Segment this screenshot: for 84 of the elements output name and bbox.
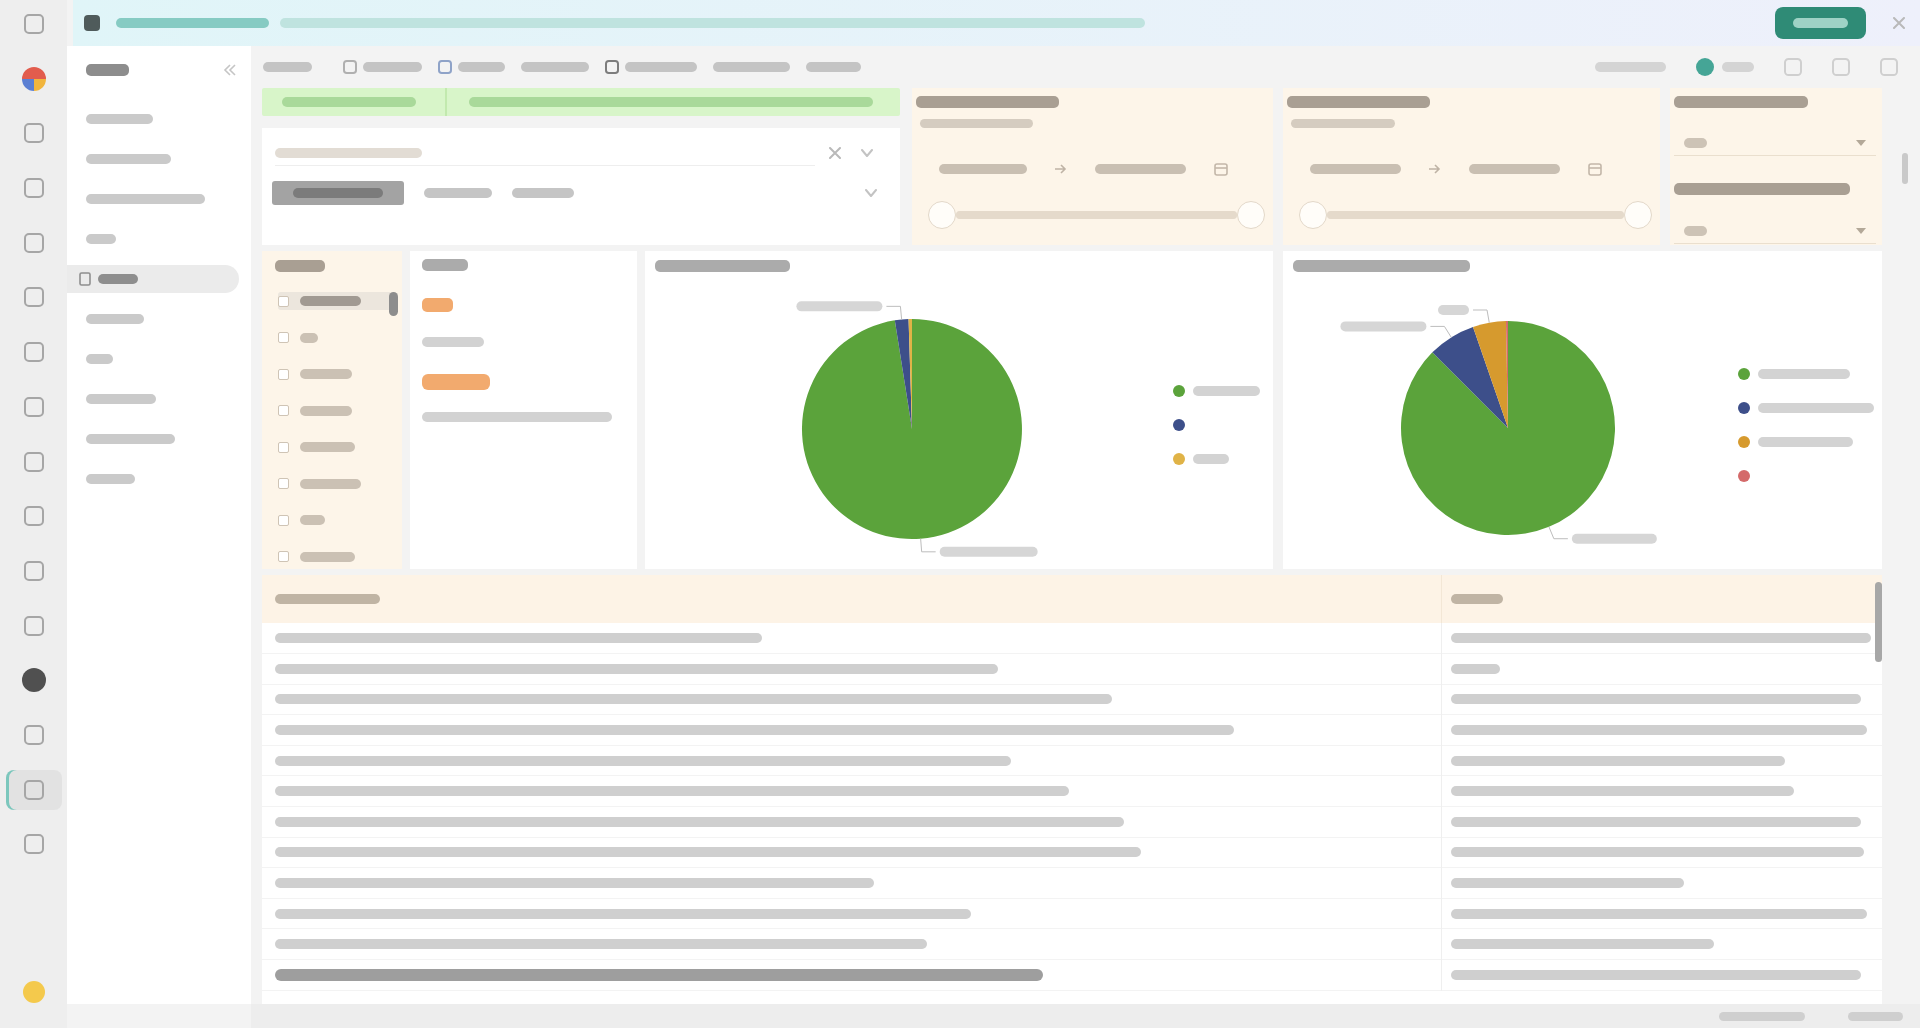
slider-handle[interactable] [1299,201,1327,229]
slider-handle[interactable] [928,201,956,229]
square-icon [343,60,357,74]
page-link[interactable] [86,234,116,244]
square-icon [23,560,44,581]
toolbar-button[interactable] [263,62,312,72]
square-icon [23,232,44,253]
page-link[interactable] [86,434,175,444]
checkbox[interactable] [278,405,289,416]
close-icon[interactable] [829,147,841,159]
page-link[interactable] [67,265,239,293]
checkbox[interactable] [278,441,289,453]
calendar-icon[interactable] [1214,162,1228,176]
arrow-icon [1429,164,1441,174]
toolbar-button[interactable] [605,60,697,74]
toolbar-button[interactable] [438,60,505,74]
square-icon [84,15,100,31]
square-icon [1832,58,1850,76]
slider-handle[interactable] [1624,201,1652,229]
date-field[interactable] [939,164,1027,174]
square-icon [23,615,44,636]
square-icon [23,123,44,144]
chevron-icon[interactable] [865,189,877,197]
list-option[interactable] [278,292,392,310]
caret-icon [1856,227,1866,234]
rail-button[interactable] [21,66,46,91]
date-field[interactable] [1469,164,1560,174]
leader-line [1429,325,1452,338]
scrollbar-thumb[interactable] [1902,153,1908,184]
leader-line [1548,526,1569,540]
square-icon [23,834,44,855]
circle-icon [22,981,45,1003]
square-icon [438,60,452,74]
page-link[interactable] [86,474,135,484]
filter-chip[interactable] [424,188,492,198]
filter-chip[interactable] [272,181,404,205]
square-icon [1784,58,1802,76]
logo-icon [21,66,46,91]
arrow-icon [1055,164,1067,174]
square-icon [1880,58,1898,76]
page-icon [78,272,92,286]
account-button[interactable] [1696,58,1754,76]
date-field[interactable] [1310,164,1401,174]
square-icon [23,178,44,199]
rail-button[interactable] [21,668,46,693]
banner-button[interactable] [1775,7,1866,39]
avatar-icon [1696,58,1714,76]
leader-line [920,538,937,553]
chevron-icon[interactable] [861,149,873,157]
slider-handle[interactable] [1237,201,1265,229]
page-link[interactable] [86,354,113,364]
toolbar-button[interactable] [806,62,861,72]
checkbox[interactable] [278,551,289,562]
square-icon [605,60,619,74]
date-field[interactable] [1095,164,1186,174]
checkbox[interactable] [278,295,289,307]
double-chevron-icon[interactable] [223,64,237,76]
close-icon[interactable] [1893,17,1905,29]
square-icon [23,14,44,34]
filter-chip[interactable] [512,188,574,198]
checkbox[interactable] [278,514,289,526]
checkbox[interactable] [278,478,289,489]
page-link[interactable] [86,154,171,164]
leader-line [885,305,903,320]
checkbox[interactable] [278,368,289,380]
checkbox[interactable] [278,332,289,343]
toolbar-button[interactable] [343,60,422,74]
square-icon [23,506,44,527]
page-link[interactable] [86,114,153,124]
page-link[interactable] [86,314,144,324]
scrollbar-thumb[interactable] [389,292,398,316]
leader-line [1472,309,1490,324]
square-icon [23,451,44,472]
square-icon [23,396,44,417]
avatar-icon [21,668,46,693]
square-icon [23,724,44,745]
square-icon [23,779,44,800]
page-link[interactable] [86,394,156,404]
scrollbar-thumb[interactable] [1875,582,1882,662]
page-link[interactable] [86,194,205,204]
calendar-icon[interactable] [1588,162,1602,176]
square-icon [23,342,44,363]
caret-icon [1856,139,1866,146]
square-icon [23,287,44,308]
